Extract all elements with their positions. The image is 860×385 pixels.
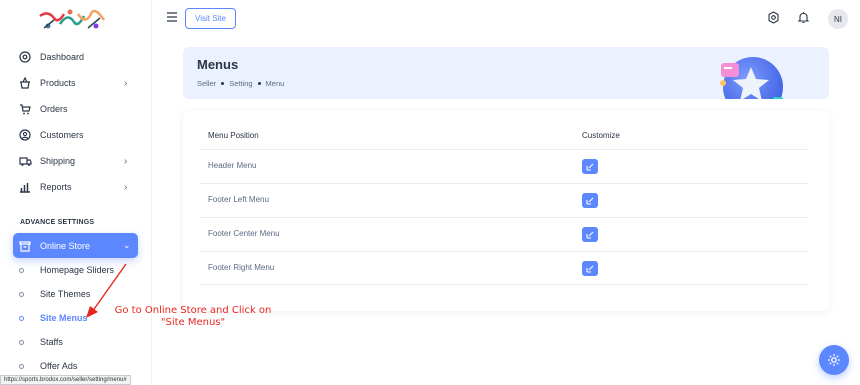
bullet-icon [19, 291, 24, 297]
breadcrumb: Seller Setting Menu [197, 79, 284, 88]
column-header-menu-position: Menu Position [208, 131, 259, 140]
sidebar-item-products[interactable]: Products › [0, 73, 152, 93]
chevron-right-icon: › [124, 155, 128, 167]
sidebar-item-label: Orders [40, 104, 68, 114]
sidebar-subitem-label: Staffs [40, 337, 63, 347]
menu-position-cell: Header Menu [208, 161, 257, 170]
sidebar-item-label: Reports [40, 182, 72, 192]
sidebar-item-label: Customers [40, 130, 84, 140]
section-title: ADVANCE SETTINGS [20, 219, 95, 226]
edit-button[interactable] [582, 227, 598, 242]
sidebar-item-label: Dashboard [40, 52, 85, 62]
annotation-text: Go to Online Store and Click on "Site Me… [108, 305, 278, 329]
cart-icon [18, 102, 32, 116]
bell-icon[interactable] [797, 11, 810, 24]
column-header-customize: Customize [582, 131, 620, 140]
breadcrumb-separator [221, 82, 225, 85]
bullet-icon [19, 315, 24, 321]
dashboard-icon [18, 50, 32, 64]
table-row: Footer Left Menu [200, 183, 809, 217]
hamburger-menu-icon[interactable] [166, 12, 178, 22]
store-logo[interactable] [34, 6, 112, 34]
sidebar-item-dashboard[interactable]: Dashboard [0, 47, 152, 67]
sidebar-item-online-store[interactable]: Online Store ⌄ [13, 233, 138, 258]
products-icon [18, 76, 32, 90]
menu-position-cell: Footer Left Menu [208, 195, 269, 204]
gear-icon [828, 354, 840, 366]
chevron-right-icon: › [124, 77, 128, 89]
edit-button[interactable] [582, 261, 598, 276]
sidebar-subitem-staffs[interactable]: Staffs [0, 333, 152, 351]
sidebar-item-reports[interactable]: Reports › [0, 177, 152, 197]
chevron-right-icon: › [124, 181, 128, 193]
table-row: Header Menu [200, 149, 809, 183]
store-icon [19, 240, 31, 252]
status-url: https://sports.brodox.com/seller/setting… [0, 375, 131, 385]
user-circle-icon [18, 128, 32, 142]
menu-position-cell: Footer Right Menu [208, 263, 275, 272]
edit-button[interactable] [582, 159, 598, 174]
bullet-icon [19, 363, 24, 369]
table-row: Footer Right Menu [200, 251, 809, 285]
edit-icon [586, 231, 594, 239]
breadcrumb-item[interactable]: Setting [229, 79, 252, 88]
sidebar-item-label: Online Store [40, 240, 91, 251]
sidebar-subitem-label: Offer Ads [40, 361, 78, 371]
chart-icon [18, 180, 32, 194]
edit-icon [586, 163, 594, 171]
breadcrumb-item[interactable]: Seller [197, 79, 216, 88]
bullet-icon [19, 339, 24, 345]
sidebar-item-customers[interactable]: Customers [0, 125, 152, 145]
annotation-line: "Site Menus" [160, 317, 226, 328]
table-row: Footer Center Menu [200, 217, 809, 251]
chevron-down-icon: ⌄ [123, 240, 131, 250]
sidebar-item-label: Shipping [40, 156, 76, 166]
edit-button[interactable] [582, 193, 598, 208]
breadcrumb-separator [257, 82, 261, 85]
sidebar-item-orders[interactable]: Orders [0, 99, 152, 119]
avatar[interactable]: NI [828, 9, 848, 29]
menu-table-card: Menu Position Customize Header Menu Foot… [183, 111, 829, 311]
truck-icon [18, 154, 32, 168]
sidebar-item-label: Products [40, 78, 76, 88]
decorative-illustration [701, 53, 793, 99]
customizer-button[interactable] [819, 345, 849, 375]
breadcrumb-card: Menus Seller Setting Menu [183, 47, 829, 99]
menu-position-cell: Footer Center Menu [208, 229, 280, 238]
edit-icon [586, 265, 594, 273]
bullet-icon [19, 267, 24, 273]
edit-icon [586, 197, 594, 205]
settings-icon[interactable] [767, 11, 780, 24]
page-title: Menus [197, 57, 239, 72]
top-bar: Visit Site NI [152, 0, 860, 38]
sidebar-subitem-offer-ads[interactable]: Offer Ads [0, 357, 152, 375]
breadcrumb-item: Menu [265, 79, 285, 88]
sidebar-item-shipping[interactable]: Shipping › [0, 151, 152, 171]
visit-site-button[interactable]: Visit Site [185, 8, 236, 29]
annotation-line: Go to Online Store and Click on [114, 305, 272, 316]
